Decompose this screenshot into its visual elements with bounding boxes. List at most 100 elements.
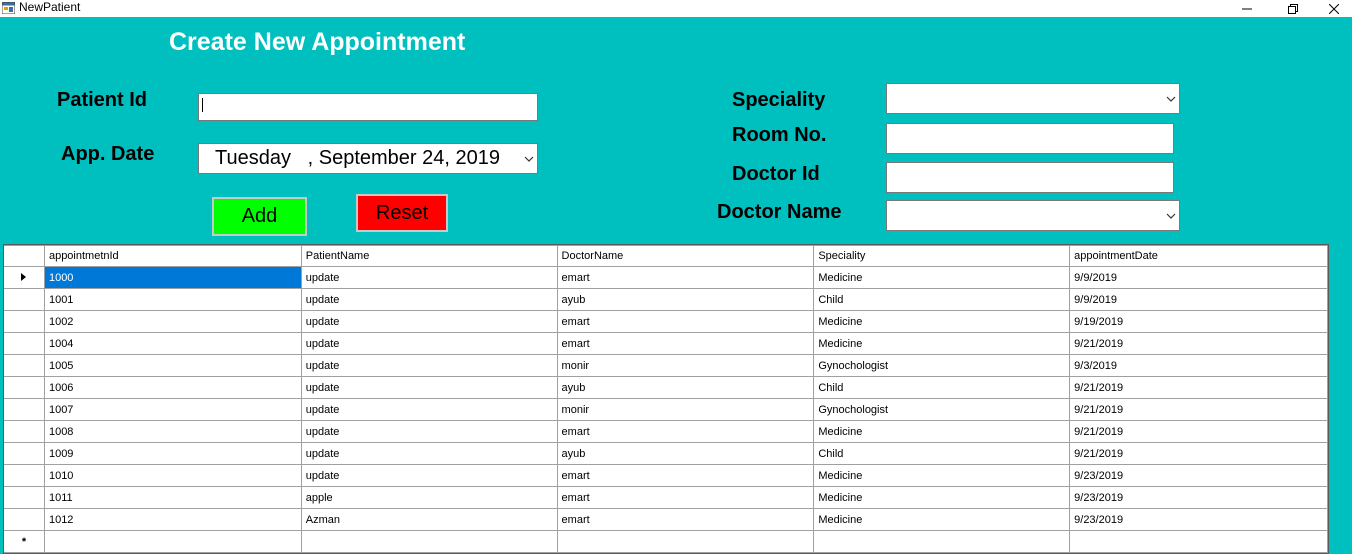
table-cell[interactable]: 9/23/2019 xyxy=(1069,486,1328,509)
table-cell[interactable]: Medicine xyxy=(813,464,1071,487)
table-cell[interactable] xyxy=(556,530,815,553)
table-cell[interactable] xyxy=(1069,530,1328,553)
table-cell[interactable]: update xyxy=(300,354,558,377)
table-cell[interactable]: 1012 xyxy=(43,508,302,531)
table-cell[interactable]: 1002 xyxy=(43,310,302,333)
row-header[interactable] xyxy=(4,266,45,289)
table-cell[interactable]: update xyxy=(300,420,558,443)
table-cell[interactable]: update xyxy=(300,464,558,487)
table-row[interactable]: 1010 update emart Medicine 9/23/2019 xyxy=(4,464,1328,487)
table-cell[interactable] xyxy=(813,530,1071,553)
table-cell[interactable]: 9/21/2019 xyxy=(1069,398,1328,421)
table-cell[interactable]: 1011 xyxy=(43,486,302,509)
row-header[interactable] xyxy=(4,464,45,487)
table-cell[interactable]: emart xyxy=(556,310,815,333)
table-cell[interactable]: 1008 xyxy=(43,420,302,443)
row-header[interactable] xyxy=(4,288,45,311)
table-cell[interactable]: 9/23/2019 xyxy=(1069,508,1328,531)
table-cell[interactable]: monir xyxy=(556,398,815,421)
table-cell[interactable]: update xyxy=(300,310,558,333)
table-cell[interactable]: ayub xyxy=(556,376,815,399)
column-header[interactable]: DoctorName xyxy=(556,245,815,267)
table-cell[interactable]: ayub xyxy=(556,288,815,311)
table-cell[interactable]: emart xyxy=(556,486,815,509)
app-date-picker[interactable]: Tuesday , September 24, 2019 xyxy=(198,143,538,174)
table-cell[interactable]: 1010 xyxy=(43,464,302,487)
row-header[interactable] xyxy=(4,486,45,509)
table-cell[interactable]: emart xyxy=(556,266,815,289)
row-header[interactable] xyxy=(4,332,45,355)
table-row[interactable]: 1005 update monir Gynochologist 9/3/2019 xyxy=(4,354,1328,377)
table-cell[interactable]: 9/21/2019 xyxy=(1069,376,1328,399)
new-row[interactable]: * xyxy=(4,530,1328,553)
table-row[interactable]: 1004 update emart Medicine 9/21/2019 xyxy=(4,332,1328,355)
table-cell[interactable]: update xyxy=(300,376,558,399)
table-cell[interactable]: Gynochologist xyxy=(813,398,1071,421)
chevron-down-icon[interactable] xyxy=(1166,212,1176,220)
row-header-corner[interactable] xyxy=(4,245,45,267)
table-cell[interactable]: Child xyxy=(813,442,1071,465)
table-cell[interactable] xyxy=(43,530,302,553)
row-header[interactable] xyxy=(4,442,45,465)
table-cell[interactable]: monir xyxy=(556,354,815,377)
table-row[interactable]: 1011 apple emart Medicine 9/23/2019 xyxy=(4,486,1328,509)
table-cell[interactable]: Child xyxy=(813,376,1071,399)
add-button[interactable]: Add xyxy=(212,197,307,236)
table-cell[interactable]: ayub xyxy=(556,442,815,465)
table-cell[interactable]: 9/19/2019 xyxy=(1069,310,1328,333)
table-cell[interactable]: 9/21/2019 xyxy=(1069,442,1328,465)
table-cell[interactable]: 9/23/2019 xyxy=(1069,464,1328,487)
table-cell[interactable]: apple xyxy=(300,486,558,509)
table-cell[interactable]: Medicine xyxy=(813,420,1071,443)
table-cell[interactable]: 1006 xyxy=(43,376,302,399)
doctor-name-select[interactable] xyxy=(886,200,1180,231)
doctor-id-input[interactable] xyxy=(886,162,1174,193)
table-cell[interactable]: Medicine xyxy=(813,310,1071,333)
table-cell[interactable]: emart xyxy=(556,420,815,443)
table-cell[interactable]: 1009 xyxy=(43,442,302,465)
row-header[interactable] xyxy=(4,310,45,333)
table-cell[interactable]: 1001 xyxy=(43,288,302,311)
table-cell[interactable]: 9/9/2019 xyxy=(1069,266,1328,289)
reset-button[interactable]: Reset xyxy=(356,194,448,232)
table-cell[interactable]: update xyxy=(300,288,558,311)
table-cell[interactable]: Medicine xyxy=(813,486,1071,509)
patient-id-input[interactable] xyxy=(198,93,538,121)
table-row[interactable]: 1000 update emart Medicine 9/9/2019 xyxy=(4,266,1328,289)
table-cell[interactable]: 9/21/2019 xyxy=(1069,420,1328,443)
table-cell[interactable]: Medicine xyxy=(813,508,1071,531)
table-cell[interactable]: update xyxy=(300,266,558,289)
row-header[interactable] xyxy=(4,376,45,399)
table-row[interactable]: 1007 update monir Gynochologist 9/21/2019 xyxy=(4,398,1328,421)
table-cell[interactable]: emart xyxy=(556,508,815,531)
restore-button[interactable] xyxy=(1270,0,1316,17)
minimize-button[interactable] xyxy=(1224,0,1270,17)
table-cell[interactable]: update xyxy=(300,398,558,421)
table-row[interactable]: 1008 update emart Medicine 9/21/2019 xyxy=(4,420,1328,443)
row-header[interactable] xyxy=(4,508,45,531)
table-cell[interactable]: Medicine xyxy=(813,332,1071,355)
table-cell[interactable]: Azman xyxy=(300,508,558,531)
appointments-grid[interactable]: appointmetnId PatientName DoctorName Spe… xyxy=(3,244,1329,554)
table-row[interactable]: 1006 update ayub Child 9/21/2019 xyxy=(4,376,1328,399)
column-header[interactable]: Speciality xyxy=(813,245,1071,267)
table-cell[interactable]: 1004 xyxy=(43,332,302,355)
column-header[interactable]: appointmetnId xyxy=(43,245,302,267)
table-cell[interactable]: update xyxy=(300,332,558,355)
table-cell[interactable]: 1005 xyxy=(43,354,302,377)
table-cell[interactable] xyxy=(300,530,558,553)
table-row[interactable]: 1012 Azman emart Medicine 9/23/2019 xyxy=(4,508,1328,531)
chevron-down-icon[interactable] xyxy=(1166,95,1176,103)
table-cell[interactable]: Gynochologist xyxy=(813,354,1071,377)
table-cell[interactable]: 9/9/2019 xyxy=(1069,288,1328,311)
table-cell[interactable]: 1000 xyxy=(43,266,302,289)
table-cell[interactable]: 9/3/2019 xyxy=(1069,354,1328,377)
table-cell[interactable]: 1007 xyxy=(43,398,302,421)
table-cell[interactable]: emart xyxy=(556,332,815,355)
column-header[interactable]: appointmentDate xyxy=(1069,245,1328,267)
table-cell[interactable]: 9/21/2019 xyxy=(1069,332,1328,355)
chevron-down-icon[interactable] xyxy=(524,155,534,163)
table-cell[interactable]: Child xyxy=(813,288,1071,311)
row-header[interactable] xyxy=(4,398,45,421)
room-no-input[interactable] xyxy=(886,123,1174,154)
